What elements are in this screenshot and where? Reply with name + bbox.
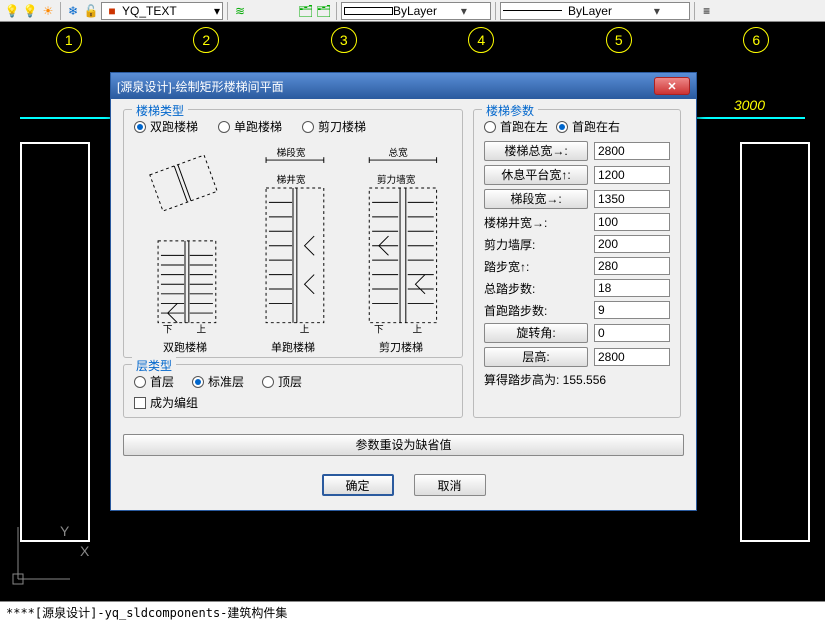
chevron-down-icon[interactable]: ▾ xyxy=(214,4,220,18)
param-input[interactable] xyxy=(594,142,670,160)
freeze-icon[interactable]: ❄ xyxy=(65,3,81,19)
grid-bubble: 5 xyxy=(606,27,632,53)
combo-label: ByLayer xyxy=(568,4,627,18)
svg-text:总宽: 总宽 xyxy=(388,147,408,159)
param-button[interactable]: 休息平台宽↑: xyxy=(484,165,588,185)
param-button[interactable]: 旋转角: xyxy=(484,323,588,343)
layer-state-icon[interactable]: ≋ xyxy=(232,3,248,19)
ok-button[interactable]: 确定 xyxy=(322,474,394,496)
grid-bubble: 4 xyxy=(468,27,494,53)
param-input[interactable] xyxy=(594,324,670,342)
radio-double-stair[interactable]: 双跑楼梯 xyxy=(134,118,198,135)
grid-bubble: 1 xyxy=(56,27,82,53)
square-icon: ■ xyxy=(104,3,120,19)
checkbox-group[interactable]: 成为编组 xyxy=(134,394,452,411)
stair-params-group: 楼梯参数 首跑在左 首跑在右 楼梯总宽→:休息平台宽↑:梯段宽→:楼梯井宽→:剪… xyxy=(473,109,681,418)
layer-select[interactable]: ■ ▾ xyxy=(101,2,223,20)
svg-text:剪力墙宽: 剪力墙宽 xyxy=(377,174,416,186)
close-button[interactable]: ✕ xyxy=(654,77,690,95)
tool-icon[interactable]: 🗂 xyxy=(316,3,332,19)
diagram-caption: 单跑楼梯 xyxy=(242,339,344,355)
radio-standard-floor[interactable]: 标准层 xyxy=(192,373,244,390)
wall-rect xyxy=(740,142,810,542)
group-legend: 楼梯参数 xyxy=(482,102,538,119)
param-input[interactable] xyxy=(594,166,670,184)
param-label: 首跑踏步数: xyxy=(484,302,588,319)
layer-type-group: 层类型 首层 标准层 顶层 成为编组 xyxy=(123,364,463,418)
dimension-text: 3000 xyxy=(734,97,765,113)
param-button[interactable]: 层高: xyxy=(484,347,588,367)
param-input[interactable] xyxy=(594,301,670,319)
param-input[interactable] xyxy=(594,348,670,366)
linetype-combo[interactable]: ByLayer ▾ xyxy=(500,2,690,20)
grid-bubble: 2 xyxy=(193,27,219,53)
chevron-down-icon[interactable]: ▾ xyxy=(627,4,686,18)
param-label: 踏步宽↑: xyxy=(484,258,588,275)
grid-bubble: 3 xyxy=(331,27,357,53)
param-button[interactable]: 楼梯总宽→: xyxy=(484,141,588,161)
param-input[interactable] xyxy=(594,190,670,208)
color-swatch xyxy=(344,7,393,15)
grid-bubble: 6 xyxy=(743,27,769,53)
diagram-caption: 双跑楼梯 xyxy=(134,339,236,355)
svg-text:梯井宽: 梯井宽 xyxy=(277,174,306,186)
group-legend: 楼梯类型 xyxy=(132,102,188,119)
svg-text:上: 上 xyxy=(197,324,207,335)
param-input[interactable] xyxy=(594,279,670,297)
svg-text:上: 上 xyxy=(413,324,423,335)
radio-top-floor[interactable]: 顶层 xyxy=(262,373,302,390)
top-toolbar: 💡 💡 ☀ ❄ 🔓 ■ ▾ ≋ 🗂 🗂 ByLayer ▾ ByLayer ▾ … xyxy=(0,0,825,22)
svg-text:下: 下 xyxy=(374,324,384,335)
calc-result: 算得踏步高为: 155.556 xyxy=(484,371,670,388)
axis-x-label: X xyxy=(80,543,89,559)
svg-text:下: 下 xyxy=(163,324,173,335)
svg-text:上: 上 xyxy=(300,324,310,335)
param-input[interactable] xyxy=(594,257,670,275)
radio-first-run-left[interactable]: 首跑在左 xyxy=(484,118,548,135)
reset-defaults-button[interactable]: 参数重设为缺省值 xyxy=(123,434,684,456)
chevron-down-icon[interactable]: ▾ xyxy=(440,4,487,18)
radio-scissor-stair[interactable]: 剪刀楼梯 xyxy=(302,118,366,135)
param-label: 楼梯井宽→: xyxy=(484,214,588,231)
param-label: 总踏步数: xyxy=(484,280,588,297)
group-legend: 层类型 xyxy=(132,357,176,374)
radio-single-stair[interactable]: 单跑楼梯 xyxy=(218,118,282,135)
diagram-scissor: 总宽 剪力墙宽 下上 剪刀楼梯 xyxy=(350,141,452,351)
bulb-icon[interactable]: 💡 xyxy=(4,3,20,19)
radio-first-run-right[interactable]: 首跑在右 xyxy=(556,118,620,135)
param-label: 剪力墙厚: xyxy=(484,236,588,253)
diagram-single: 梯段宽 梯井宽 上 单跑楼梯 xyxy=(242,141,344,351)
lock-icon[interactable]: 🔓 xyxy=(83,3,99,19)
sun-icon[interactable]: ☀ xyxy=(40,3,56,19)
combo-label: ByLayer xyxy=(393,4,440,18)
ucs-icon xyxy=(10,519,80,589)
param-input[interactable] xyxy=(594,235,670,253)
dialog-title: [源泉设计]-绘制矩形楼梯间平面 xyxy=(117,78,654,95)
dialog-titlebar[interactable]: [源泉设计]-绘制矩形楼梯间平面 ✕ xyxy=(111,73,696,99)
grid-bubbles: 1 2 3 4 5 6 xyxy=(0,27,825,67)
lineweight-icon[interactable]: ≡ xyxy=(699,3,715,19)
diagram-caption: 剪刀楼梯 xyxy=(350,339,452,355)
cancel-button[interactable]: 取消 xyxy=(414,474,486,496)
axis-y-label: Y xyxy=(60,523,69,539)
stair-dialog: [源泉设计]-绘制矩形楼梯间平面 ✕ 楼梯类型 双跑楼梯 单跑楼梯 剪刀楼梯 xyxy=(110,72,697,511)
svg-text:梯段宽: 梯段宽 xyxy=(277,147,306,159)
color-combo[interactable]: ByLayer ▾ xyxy=(341,2,491,20)
line-sample xyxy=(503,10,562,11)
layer-name-input[interactable] xyxy=(122,4,212,18)
param-button[interactable]: 梯段宽→: xyxy=(484,189,588,209)
command-line[interactable]: ****[源泉设计]-yq_sldcomponents-建筑构件集 xyxy=(0,601,825,621)
stair-type-group: 楼梯类型 双跑楼梯 单跑楼梯 剪刀楼梯 xyxy=(123,109,463,358)
wall-rect xyxy=(20,142,90,542)
radio-first-floor[interactable]: 首层 xyxy=(134,373,174,390)
diagram-double: 下上 双跑楼梯 xyxy=(134,141,236,351)
param-input[interactable] xyxy=(594,213,670,231)
bulb-icon[interactable]: 💡 xyxy=(22,3,38,19)
tool-icon[interactable]: 🗂 xyxy=(298,3,314,19)
